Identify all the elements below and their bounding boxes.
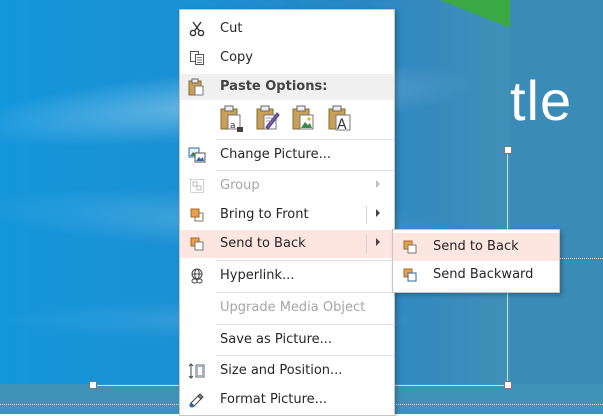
menu-item-label: Size and Position... xyxy=(220,363,343,378)
menu-item-change-picture[interactable]: Change Picture... xyxy=(180,141,394,169)
svg-text:a: a xyxy=(230,121,236,131)
submenu-item-send-to-back[interactable]: Send to Back xyxy=(393,233,559,261)
slide-title-text[interactable]: tle xyxy=(510,68,572,133)
paste-text-only-icon[interactable]: A xyxy=(327,105,353,133)
clipboard-icon xyxy=(188,78,204,100)
menu-item-label: Cut xyxy=(220,21,243,36)
submenu-item-send-backward[interactable]: Send Backward xyxy=(393,261,559,289)
menu-item-format-picture[interactable]: Format Picture... xyxy=(180,386,394,414)
menu-item-label: Hyperlink... xyxy=(220,268,295,283)
split-divider xyxy=(366,206,367,224)
menu-item-label: Change Picture... xyxy=(220,147,332,162)
hyperlink-icon xyxy=(188,268,206,284)
submenu-item-label: Send to Back xyxy=(433,239,519,254)
menu-separator xyxy=(216,355,394,356)
menu-separator xyxy=(216,292,394,293)
svg-text:A: A xyxy=(337,117,347,133)
send-backward-icon xyxy=(401,267,419,283)
paste-destination-theme-icon[interactable]: a xyxy=(219,105,245,133)
chevron-right-icon xyxy=(376,180,380,188)
resize-handle[interactable] xyxy=(504,381,512,389)
menu-item-bring-to-front[interactable]: Bring to Front xyxy=(180,201,394,229)
menu-item-upgrade-media-object[interactable]: Upgrade Media Object xyxy=(180,294,394,322)
menu-separator xyxy=(216,170,394,171)
menu-item-group[interactable]: Group xyxy=(180,172,394,200)
green-accent-shape xyxy=(440,0,510,28)
paste-options-label: Paste Options: xyxy=(220,79,328,94)
menu-item-label: Save as Picture... xyxy=(220,332,333,347)
split-divider xyxy=(366,235,367,253)
menu-separator xyxy=(216,260,394,261)
format-picture-icon xyxy=(188,392,206,408)
menu-item-label: Group xyxy=(220,178,260,193)
paste-options-header: Paste Options: xyxy=(180,74,394,100)
send-to-back-icon xyxy=(188,236,206,252)
resize-handle[interactable] xyxy=(89,381,97,389)
menu-item-copy[interactable]: Copy xyxy=(180,44,394,72)
send-to-back-icon xyxy=(401,239,419,255)
menu-item-hyperlink[interactable]: Hyperlink... xyxy=(180,262,394,290)
size-position-icon xyxy=(188,363,206,379)
change-picture-icon xyxy=(188,147,206,163)
menu-item-size-and-position[interactable]: Size and Position... xyxy=(180,357,394,385)
group-icon xyxy=(188,178,206,194)
send-to-back-submenu: Send to Back Send Backward xyxy=(392,229,560,293)
chevron-right-icon[interactable] xyxy=(376,238,380,246)
menu-item-label: Bring to Front xyxy=(220,207,309,222)
paste-options-buttons: a A xyxy=(217,102,387,136)
paste-keep-source-icon[interactable] xyxy=(255,105,281,133)
context-menu: Cut Copy Paste Options: a A Change Pictu… xyxy=(179,9,395,416)
menu-item-label: Upgrade Media Object xyxy=(220,300,366,315)
menu-item-cut[interactable]: Cut xyxy=(180,15,394,43)
menu-item-label: Format Picture... xyxy=(220,392,328,407)
menu-separator xyxy=(216,324,394,325)
menu-item-send-to-back[interactable]: Send to Back xyxy=(180,230,394,258)
menu-item-label: Copy xyxy=(220,50,253,65)
chevron-right-icon[interactable] xyxy=(376,209,380,217)
resize-handle[interactable] xyxy=(504,146,512,154)
menu-separator xyxy=(216,139,394,140)
menu-item-label: Send to Back xyxy=(220,236,306,251)
copy-icon xyxy=(188,50,206,66)
menu-item-save-as-picture[interactable]: Save as Picture... xyxy=(180,326,394,354)
bring-to-front-icon xyxy=(188,207,206,223)
scissors-icon xyxy=(188,21,206,37)
submenu-item-label: Send Backward xyxy=(433,267,534,282)
slide-side-panel xyxy=(510,0,603,414)
paste-picture-icon[interactable] xyxy=(291,105,317,133)
